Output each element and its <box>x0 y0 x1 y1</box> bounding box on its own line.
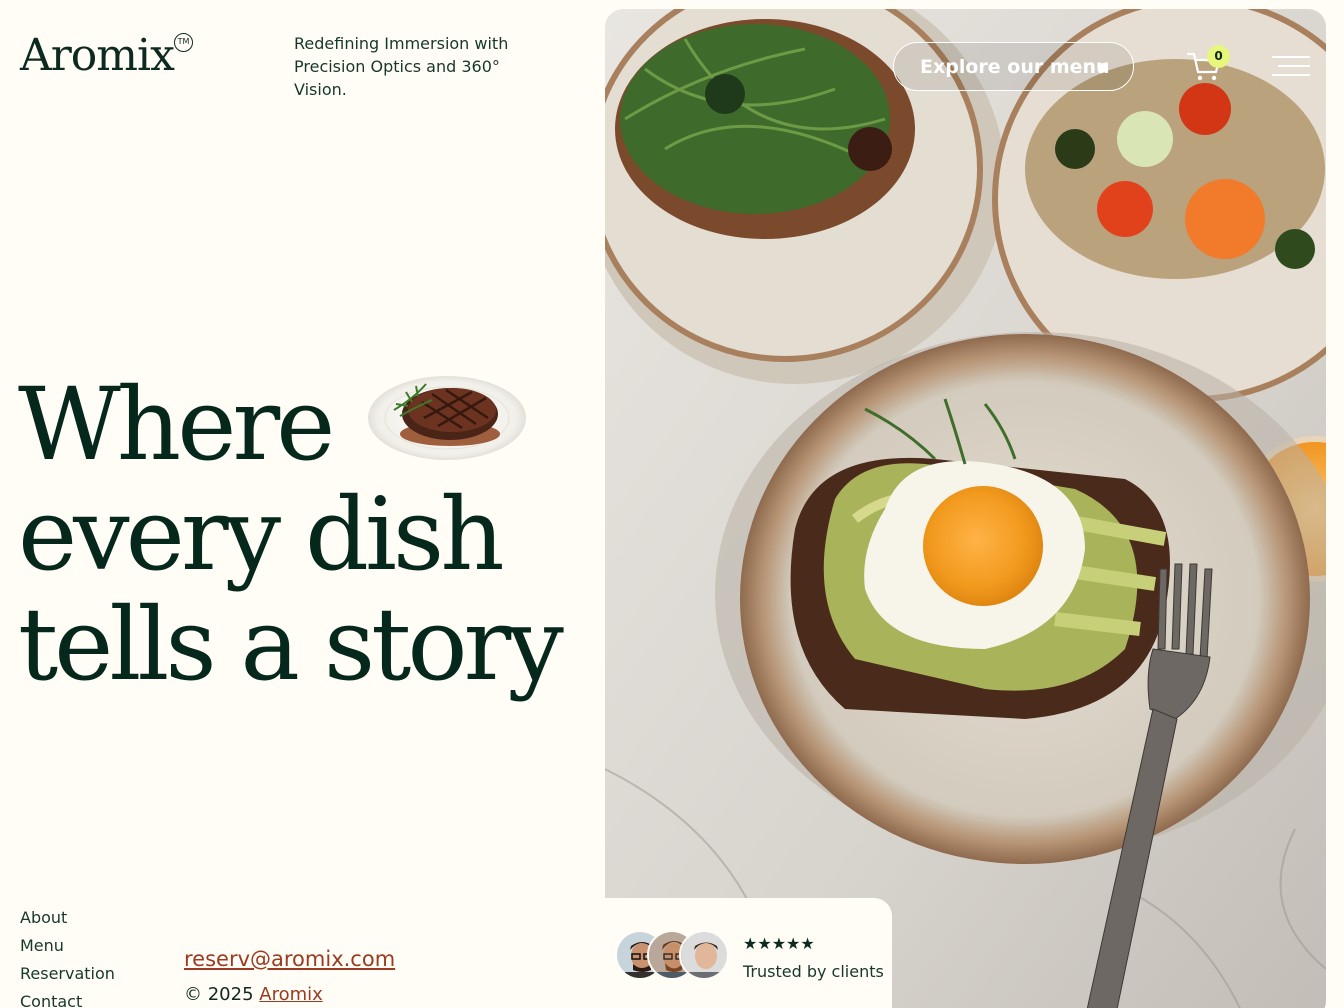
copyright-brand-link[interactable]: Aromix <box>259 984 323 1005</box>
rating-stars: ★★★★★ <box>743 934 815 953</box>
explore-menu-button[interactable]: Explore our menu <box>893 42 1134 91</box>
copyright-text: © 2025 <box>184 984 254 1005</box>
hero-line-3: tells a story <box>18 586 564 703</box>
brand-tagline: Redefining Immersion with Precision Opti… <box>294 34 509 99</box>
avatar <box>679 930 729 980</box>
hero-food-photo <box>605 9 1326 1008</box>
footer-link-menu[interactable]: Menu <box>20 932 115 960</box>
menu-line-middle <box>1278 65 1310 67</box>
hamburger-menu-icon[interactable] <box>1272 54 1310 78</box>
menu-line-bottom <box>1272 74 1310 76</box>
button-dot-icon <box>1099 63 1107 71</box>
footer-nav: About Menu Reservation Contact <box>20 904 115 1008</box>
explore-menu-label: Explore our menu <box>920 55 1110 78</box>
footer-link-contact[interactable]: Contact <box>20 988 115 1008</box>
menu-line-top <box>1272 56 1310 58</box>
steak-plate-image <box>368 376 526 460</box>
brand-logo-text: Aromix <box>20 30 175 81</box>
copyright: © 2025 Aromix <box>184 982 323 1008</box>
footer-link-about[interactable]: About <box>20 904 115 932</box>
trusted-label: Trusted by clients <box>743 962 884 981</box>
reservation-email-link[interactable]: reserv@aromix.com <box>184 944 395 974</box>
footer-link-reservation[interactable]: Reservation <box>20 960 115 988</box>
cart-count-badge: 0 <box>1207 45 1230 68</box>
brand-logo[interactable]: Aromix TM <box>20 30 193 82</box>
trademark-badge: TM <box>174 33 193 52</box>
hero-line-2: every dish <box>18 476 505 593</box>
